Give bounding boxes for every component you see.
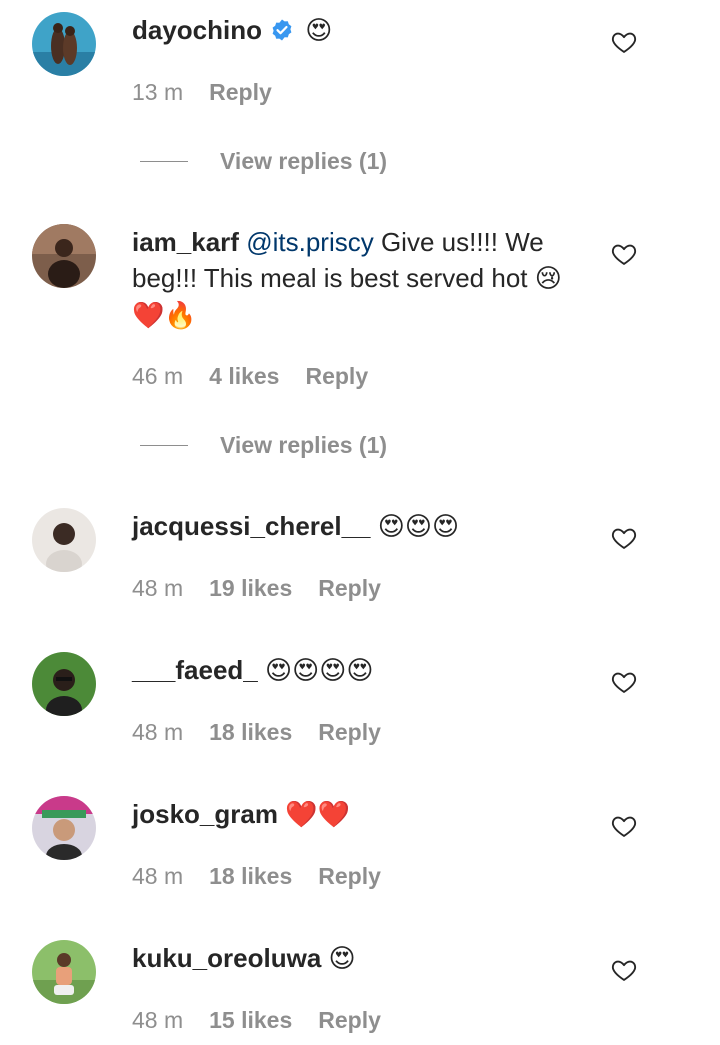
view-replies-button[interactable]: View replies (1) xyxy=(220,146,387,176)
replies-divider xyxy=(140,161,188,162)
comment-meta: 46 m 4 likes Reply xyxy=(132,361,394,391)
comment-body: jacquessi_cherel__ 😍😍😍 xyxy=(132,508,572,545)
comment-meta: 48 m 18 likes Reply xyxy=(132,717,407,747)
comment-time: 48 m xyxy=(132,575,184,601)
likes-count[interactable]: 4 likes xyxy=(209,361,279,391)
comment-body: iam_karf @its.priscy Give us!!!! We beg!… xyxy=(132,224,572,334)
comment-body: ___faeed_ 😍😍😍😍 xyxy=(132,652,572,689)
reply-button[interactable]: Reply xyxy=(318,1005,381,1035)
likes-count[interactable]: 18 likes xyxy=(209,717,292,747)
comment-meta: 48 m 18 likes Reply xyxy=(132,861,407,891)
comment-time: 13 m xyxy=(132,79,184,105)
avatar[interactable] xyxy=(32,796,96,860)
avatar[interactable] xyxy=(32,12,96,76)
avatar-image xyxy=(32,508,96,572)
comment-time: 48 m xyxy=(132,863,184,889)
avatar-image xyxy=(32,224,96,288)
verified-badge-icon xyxy=(270,15,294,41)
comment-emojis: 😍😍😍😍 xyxy=(265,656,374,686)
comment-meta: 48 m 19 likes Reply xyxy=(132,573,407,603)
heart-outline-icon[interactable] xyxy=(610,956,638,984)
comment-emojis: 😍 xyxy=(328,944,356,974)
avatar-image xyxy=(32,652,96,716)
comment-username[interactable]: iam_karf xyxy=(132,227,239,257)
comment-meta: 48 m 15 likes Reply xyxy=(132,1005,407,1035)
avatar-image xyxy=(32,940,96,1004)
heart-outline-icon[interactable] xyxy=(610,240,638,268)
avatar[interactable] xyxy=(32,940,96,1004)
comment-meta: 13 m Reply xyxy=(132,77,298,107)
heart-outline-icon[interactable] xyxy=(610,524,638,552)
comment-body: dayochino 😍 xyxy=(132,12,572,49)
comment-time: 48 m xyxy=(132,719,184,745)
comment-emojis: 😍 xyxy=(305,16,333,46)
comment-username[interactable]: jacquessi_cherel__ xyxy=(132,511,371,541)
comment-body: josko_gram ❤️❤️ xyxy=(132,796,572,833)
reply-button[interactable]: Reply xyxy=(209,77,272,107)
comment-mention[interactable]: @its.priscy xyxy=(246,227,374,257)
heart-outline-icon[interactable] xyxy=(610,668,638,696)
heart-outline-icon[interactable] xyxy=(610,28,638,56)
replies-divider xyxy=(140,445,188,446)
avatar-image xyxy=(32,12,96,76)
comment-emojis: ❤️❤️ xyxy=(285,800,350,830)
avatar[interactable] xyxy=(32,224,96,288)
reply-button[interactable]: Reply xyxy=(305,361,368,391)
heart-outline-icon[interactable] xyxy=(610,812,638,840)
comment-username[interactable]: kuku_oreoluwa xyxy=(132,943,321,973)
view-replies-button[interactable]: View replies (1) xyxy=(220,430,387,460)
reply-button[interactable]: Reply xyxy=(318,861,381,891)
comment-body: kuku_oreoluwa 😍 xyxy=(132,940,572,977)
reply-button[interactable]: Reply xyxy=(318,573,381,603)
comment-username[interactable]: ___faeed_ xyxy=(132,655,258,685)
avatar[interactable] xyxy=(32,652,96,716)
likes-count[interactable]: 15 likes xyxy=(209,1005,292,1035)
comment-username[interactable]: josko_gram xyxy=(132,799,278,829)
reply-button[interactable]: Reply xyxy=(318,717,381,747)
likes-count[interactable]: 18 likes xyxy=(209,861,292,891)
avatar-image xyxy=(32,796,96,860)
avatar[interactable] xyxy=(32,508,96,572)
comment-emojis: 😍😍😍 xyxy=(377,512,460,542)
likes-count[interactable]: 19 likes xyxy=(209,573,292,603)
comment-time: 48 m xyxy=(132,1007,184,1033)
comment-username[interactable]: dayochino xyxy=(132,15,262,45)
comment-time: 46 m xyxy=(132,363,184,389)
